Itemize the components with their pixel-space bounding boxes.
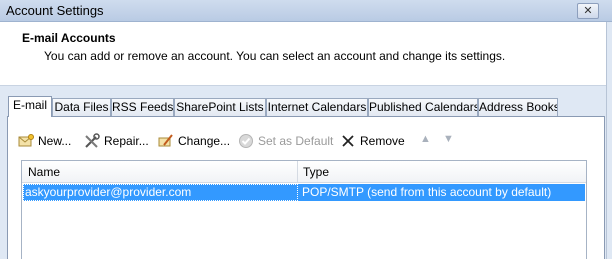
repair-button[interactable]: Repair... — [84, 131, 149, 151]
email-tab-panel: New... Repair... Change... Set as Defaul… — [7, 116, 605, 259]
change-account-icon — [158, 133, 174, 149]
account-type-cell: POP/SMTP (send from this account by defa… — [302, 185, 552, 199]
new-account-icon — [18, 133, 34, 149]
tab-address-books[interactable]: Address Books — [478, 98, 558, 116]
remove-button[interactable]: Remove — [340, 131, 405, 151]
window-title: Account Settings — [6, 3, 104, 18]
column-divider[interactable] — [297, 161, 298, 183]
move-up-arrow-icon[interactable]: ▲ — [420, 133, 431, 145]
tab-strip: E-mail Data Files RSS Feeds SharePoint L… — [8, 96, 608, 117]
dialog-header: E-mail Accounts You can add or remove an… — [0, 22, 612, 86]
set-as-default-button[interactable]: Set as Default — [238, 131, 333, 151]
remove-label: Remove — [360, 134, 405, 148]
set-as-default-label: Set as Default — [258, 134, 334, 148]
section-title: E-mail Accounts — [22, 31, 116, 45]
new-label: New... — [38, 134, 72, 148]
section-description: You can add or remove an account. You ca… — [44, 49, 506, 63]
repair-label: Repair... — [104, 134, 149, 148]
checkmark-circle-icon — [238, 133, 254, 149]
change-button[interactable]: Change... — [158, 131, 230, 151]
column-header-type[interactable]: Type — [303, 165, 329, 179]
tab-sharepoint-lists[interactable]: SharePoint Lists — [174, 98, 266, 116]
tab-email[interactable]: E-mail — [8, 96, 52, 117]
tab-data-files[interactable]: Data Files — [52, 98, 111, 116]
x-remove-icon — [340, 133, 356, 149]
tab-internet-calendars[interactable]: Internet Calendars — [266, 98, 368, 116]
new-button[interactable]: New... — [18, 131, 71, 151]
title-bar: Account Settings ✕ — [0, 0, 612, 22]
table-row[interactable]: askyourprovider@provider.com POP/SMTP (s… — [23, 184, 585, 201]
close-button[interactable]: ✕ — [577, 3, 599, 19]
account-toolbar: New... Repair... Change... Set as Defaul… — [18, 131, 518, 151]
tab-published-calendars[interactable]: Published Calendars — [368, 98, 478, 116]
move-down-arrow-icon[interactable]: ▼ — [443, 133, 454, 145]
change-label: Change... — [178, 134, 231, 148]
column-header-name[interactable]: Name — [28, 165, 60, 179]
window-right-edge — [606, 22, 612, 259]
tab-rss-feeds[interactable]: RSS Feeds — [111, 98, 174, 116]
list-header: Name Type — [22, 161, 586, 183]
accounts-list: Name Type askyourprovider@provider.com P… — [21, 160, 587, 259]
account-name-cell: askyourprovider@provider.com — [25, 185, 192, 199]
repair-tools-icon — [84, 133, 100, 149]
